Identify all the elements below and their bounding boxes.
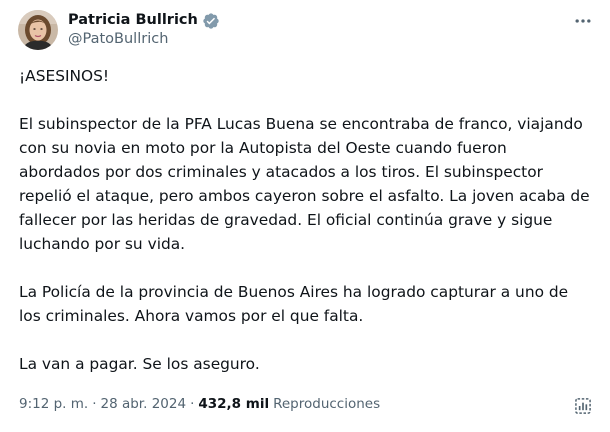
author-names: Patricia Bullrich @PatoBullrich <box>68 11 220 49</box>
tweet-meta: 9:12 p. m. · 28 abr. 2024 · 432,8 mil Re… <box>19 396 380 412</box>
display-name[interactable]: Patricia Bullrich <box>68 11 198 30</box>
tweet-paragraph-4: La van a pagar. Se los aseguro. <box>19 355 260 373</box>
tweet-time[interactable]: 9:12 p. m. <box>19 396 88 412</box>
tweet-paragraph-2: El subinspector de la PFA Lucas Buena se… <box>19 115 595 253</box>
name-row: Patricia Bullrich <box>68 11 220 30</box>
handle[interactable]: @PatoBullrich <box>68 30 220 49</box>
tweet-text: ¡ASESINOS! El subinspector de la PFA Luc… <box>19 64 591 376</box>
more-horizontal-icon[interactable] <box>572 10 594 32</box>
meta-separator: · <box>92 396 97 412</box>
tweet-card: Patricia Bullrich @PatoBullrich ¡ASESINO… <box>0 0 610 432</box>
tweet-paragraph-3: La Policía de la provincia de Buenos Air… <box>19 283 574 325</box>
views-count: 432,8 mil <box>198 396 270 412</box>
tweet-header: Patricia Bullrich @PatoBullrich <box>18 8 220 52</box>
avatar-photo-icon <box>18 10 58 50</box>
avatar[interactable] <box>18 10 58 50</box>
analytics-icon[interactable] <box>573 396 593 416</box>
meta-separator-2: · <box>190 396 195 412</box>
tweet-paragraph-1: ¡ASESINOS! <box>19 67 110 85</box>
views-label: Reproducciones <box>273 396 381 412</box>
verified-badge-icon[interactable] <box>202 12 220 30</box>
tweet-date[interactable]: 28 abr. 2024 <box>101 396 187 412</box>
